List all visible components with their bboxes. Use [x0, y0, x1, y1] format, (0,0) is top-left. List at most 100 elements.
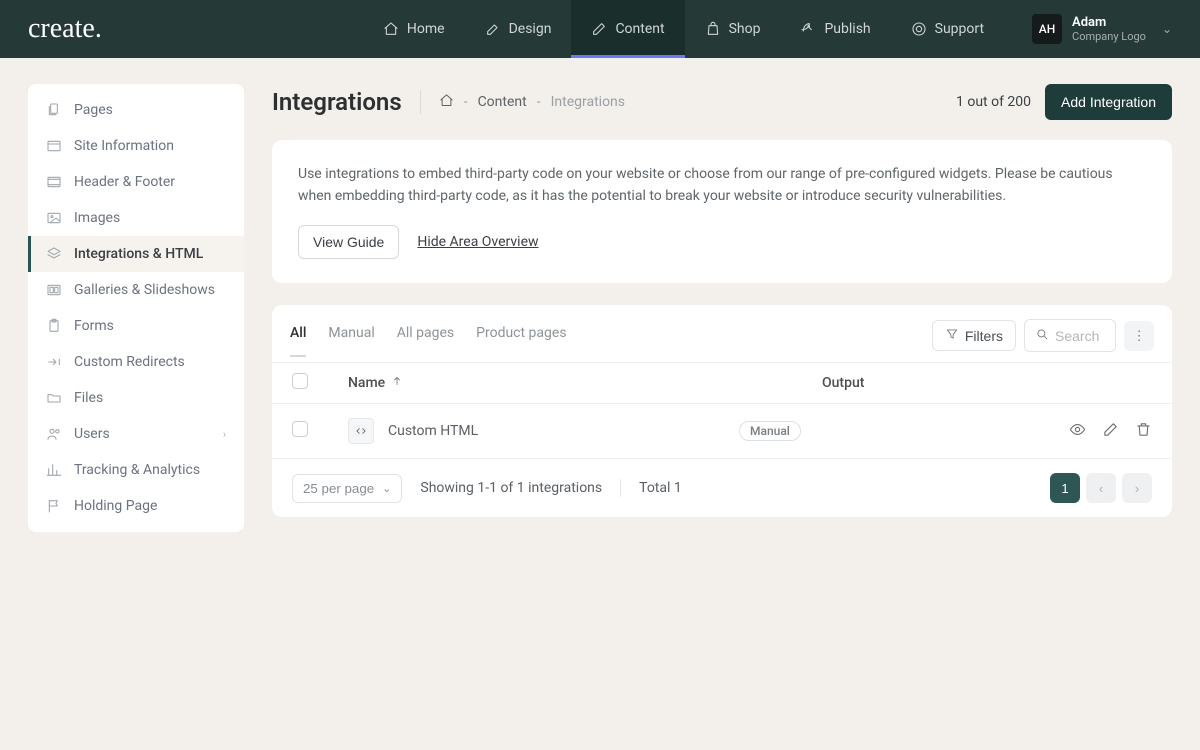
page-header: Integrations - Content - Integrations 1 …	[272, 84, 1172, 120]
sort-asc-icon	[391, 375, 403, 391]
user-info: Adam Company Logo	[1072, 15, 1146, 43]
divider	[620, 479, 621, 497]
divider	[420, 90, 421, 114]
view-guide-button[interactable]: View Guide	[298, 225, 399, 259]
sidebar-item-analytics[interactable]: Tracking & Analytics	[28, 452, 244, 488]
edit-icon[interactable]	[1102, 421, 1119, 442]
page-1-button[interactable]: 1	[1050, 473, 1080, 503]
filter-icon	[945, 327, 959, 344]
sidebar-item-galleries[interactable]: Galleries & Slideshows	[28, 272, 244, 308]
clipboard-icon	[46, 318, 62, 334]
user-name: Adam	[1072, 15, 1146, 30]
search-icon	[1035, 326, 1049, 345]
lifebuoy-icon	[911, 21, 927, 37]
sidebar-label: Header & Footer	[74, 174, 175, 190]
sidebar-label: Images	[74, 210, 120, 226]
column-output[interactable]: Output	[822, 375, 1152, 391]
showing-text: Showing 1-1 of 1 integrations	[420, 480, 602, 496]
per-page-select[interactable]: 25 per page ⌄	[292, 474, 402, 503]
page-title: Integrations	[272, 88, 402, 116]
more-menu-button[interactable]: ⋮	[1124, 321, 1154, 351]
nav-label: Publish	[824, 21, 870, 37]
bag-icon	[705, 21, 721, 37]
tab-manual[interactable]: Manual	[328, 325, 374, 357]
select-all-checkbox[interactable]	[292, 373, 308, 389]
nav-content[interactable]: Content	[571, 0, 684, 58]
sidebar-label: Files	[74, 390, 103, 406]
sidebar-item-images[interactable]: Images	[28, 200, 244, 236]
delete-icon[interactable]	[1135, 421, 1152, 442]
chevron-down-icon: ⌄	[1162, 22, 1172, 36]
bc-sep: -	[537, 94, 541, 110]
sidebar-item-users[interactable]: Users ›	[28, 416, 244, 452]
sidebar-label: Integrations & HTML	[74, 246, 203, 262]
window-icon	[46, 138, 62, 154]
chevron-right-icon: ›	[223, 428, 226, 441]
search-wrapper[interactable]	[1024, 319, 1116, 352]
view-icon[interactable]	[1069, 421, 1086, 442]
sidebar-label: Forms	[74, 318, 114, 334]
breadcrumb-current: Integrations	[551, 94, 625, 110]
row-checkbox[interactable]	[292, 421, 308, 437]
sidebar: Pages Site Information Header & Footer I…	[28, 84, 244, 532]
nav-publish[interactable]: Publish	[780, 0, 890, 58]
tab-product-pages[interactable]: Product pages	[476, 325, 566, 357]
tab-all[interactable]: All	[290, 325, 306, 357]
user-company: Company Logo	[1072, 30, 1146, 43]
nav-label: Support	[935, 21, 984, 37]
sidebar-label: Holding Page	[74, 498, 157, 514]
sidebar-item-site-info[interactable]: Site Information	[28, 128, 244, 164]
layers-icon	[46, 246, 62, 262]
sidebar-item-forms[interactable]: Forms	[28, 308, 244, 344]
edit-icon	[591, 21, 607, 37]
user-menu[interactable]: AH Adam Company Logo ⌄	[1004, 14, 1172, 44]
sidebar-label: Pages	[74, 102, 113, 118]
image-icon	[46, 210, 62, 226]
sidebar-item-redirects[interactable]: Custom Redirects	[28, 344, 244, 380]
flag-icon	[46, 498, 62, 514]
layout-icon	[46, 174, 62, 190]
sidebar-item-header-footer[interactable]: Header & Footer	[28, 164, 244, 200]
sidebar-item-files[interactable]: Files	[28, 380, 244, 416]
output-badge: Manual	[739, 421, 801, 441]
row-name[interactable]: Custom HTML	[388, 423, 739, 439]
add-integration-button[interactable]: Add Integration	[1045, 84, 1172, 120]
nav-design[interactable]: Design	[465, 0, 572, 58]
home-icon	[383, 21, 399, 37]
sidebar-item-holding[interactable]: Holding Page	[28, 488, 244, 524]
main-content: Integrations - Content - Integrations 1 …	[272, 84, 1172, 517]
search-input[interactable]	[1055, 328, 1105, 344]
overview-text: Use integrations to embed third-party co…	[298, 164, 1146, 207]
rocket-icon	[800, 21, 816, 37]
table-tabs: All Manual All pages Product pages	[290, 325, 567, 357]
home-icon[interactable]	[439, 93, 454, 112]
nav-label: Content	[615, 21, 664, 37]
nav-label: Shop	[729, 21, 761, 37]
page-prev-button[interactable]: ‹	[1086, 473, 1116, 503]
nav-home[interactable]: Home	[363, 0, 465, 58]
sidebar-item-integrations[interactable]: Integrations & HTML	[28, 236, 244, 272]
hide-overview-link[interactable]: Hide Area Overview	[417, 234, 538, 250]
filters-button[interactable]: Filters	[932, 320, 1016, 351]
sidebar-item-pages[interactable]: Pages	[28, 92, 244, 128]
gallery-icon	[46, 282, 62, 298]
users-icon	[46, 426, 62, 442]
breadcrumb-section[interactable]: Content	[478, 94, 527, 110]
pagination: 1 ‹ ›	[1050, 473, 1152, 503]
sidebar-label: Custom Redirects	[74, 354, 185, 370]
overview-panel: Use integrations to embed third-party co…	[272, 140, 1172, 283]
column-name[interactable]: Name	[348, 375, 822, 391]
page-next-button[interactable]: ›	[1122, 473, 1152, 503]
table-footer: 25 per page ⌄ Showing 1-1 of 1 integrati…	[272, 459, 1172, 517]
sidebar-label: Users	[74, 426, 110, 442]
brush-icon	[485, 21, 501, 37]
nav-support[interactable]: Support	[891, 0, 1004, 58]
avatar: AH	[1032, 14, 1062, 44]
table-row: Custom HTML Manual	[272, 404, 1172, 459]
nav-shop[interactable]: Shop	[685, 0, 781, 58]
copy-icon	[46, 102, 62, 118]
redirect-icon	[46, 354, 62, 370]
dots-vertical-icon: ⋮	[1132, 328, 1145, 344]
tab-all-pages[interactable]: All pages	[397, 325, 454, 357]
bc-sep: -	[464, 94, 468, 110]
